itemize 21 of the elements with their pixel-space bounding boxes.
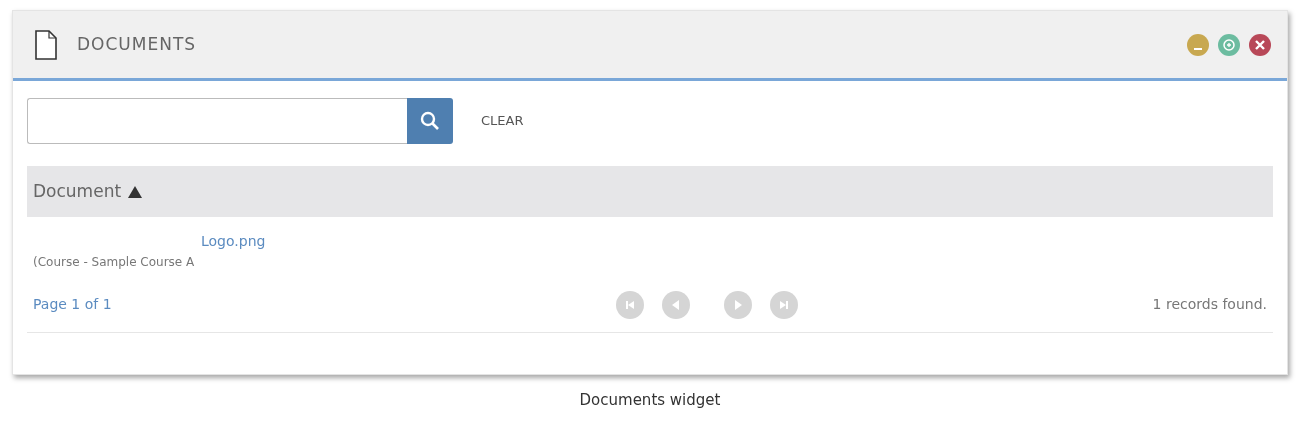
document-link[interactable]: Logo.png — [201, 233, 266, 249]
clear-button[interactable]: CLEAR — [475, 110, 530, 132]
minimize-button[interactable] — [1187, 33, 1209, 56]
sort-up-icon[interactable] — [127, 184, 144, 199]
close-icon — [1253, 37, 1267, 52]
maximize-button[interactable] — [1218, 33, 1240, 56]
figure-caption: Documents widget — [578, 390, 722, 411]
skip-back-icon — [624, 298, 637, 311]
search-button[interactable] — [407, 98, 453, 144]
page-info: Page 1 of 1 — [33, 295, 112, 314]
document-icon — [35, 29, 57, 60]
records-count: 1 records found. — [1152, 295, 1267, 314]
document-detail: (Course - Sample Course A — [33, 254, 196, 271]
dash-icon — [1194, 47, 1202, 50]
skip-forward-icon — [778, 298, 791, 311]
search-icon — [420, 111, 440, 131]
plus-circle-icon — [1222, 37, 1236, 52]
column-header[interactable]: Document — [33, 178, 122, 205]
widget-title: DOCUMENTS — [77, 32, 197, 56]
close-button[interactable] — [1249, 33, 1271, 56]
search-field[interactable] — [27, 98, 407, 144]
